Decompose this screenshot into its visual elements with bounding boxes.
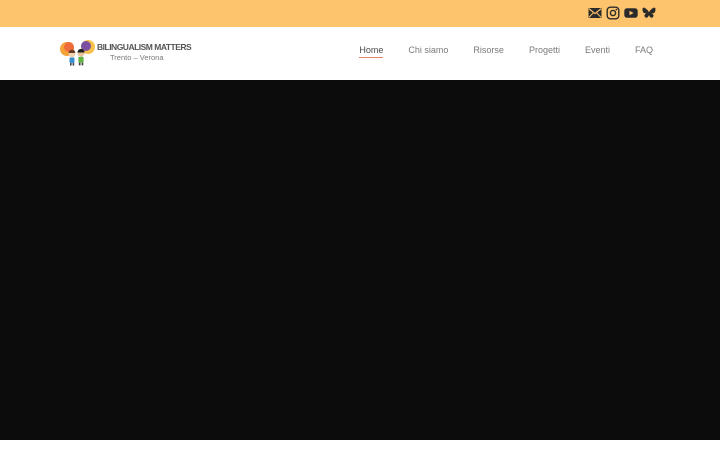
email-link[interactable] bbox=[588, 6, 602, 20]
logo-mark-icon bbox=[60, 40, 95, 66]
nav-item-faq[interactable]: FAQ bbox=[635, 45, 653, 58]
email-icon bbox=[588, 8, 602, 18]
instagram-link[interactable] bbox=[606, 6, 620, 20]
nav-item-chi-siamo[interactable]: Chi siamo bbox=[408, 45, 448, 58]
nav-item-home[interactable]: Home bbox=[359, 45, 384, 58]
youtube-link[interactable] bbox=[624, 6, 638, 20]
bluesky-link[interactable] bbox=[642, 6, 656, 20]
logo-title: BILINGUALISM MATTERS bbox=[97, 42, 192, 52]
social-links bbox=[588, 6, 656, 20]
top-bar bbox=[0, 0, 720, 27]
nav-item-progetti[interactable]: Progetti bbox=[529, 45, 560, 58]
logo-subtitle: Trento – Verona bbox=[110, 53, 164, 62]
site-logo[interactable]: BILINGUALISM MATTERS Trento – Verona bbox=[59, 38, 192, 66]
bluesky-icon bbox=[642, 7, 656, 18]
youtube-icon bbox=[624, 8, 638, 18]
nav-item-risorse[interactable]: Risorse bbox=[473, 45, 504, 58]
nav-item-eventi[interactable]: Eventi bbox=[585, 45, 610, 58]
instagram-icon bbox=[606, 6, 620, 20]
site-header: BILINGUALISM MATTERS Trento – Verona Hom… bbox=[0, 27, 720, 80]
hero-video[interactable] bbox=[0, 80, 720, 440]
main-nav: Home Chi siamo Risorse Progetti Eventi F… bbox=[359, 45, 653, 58]
